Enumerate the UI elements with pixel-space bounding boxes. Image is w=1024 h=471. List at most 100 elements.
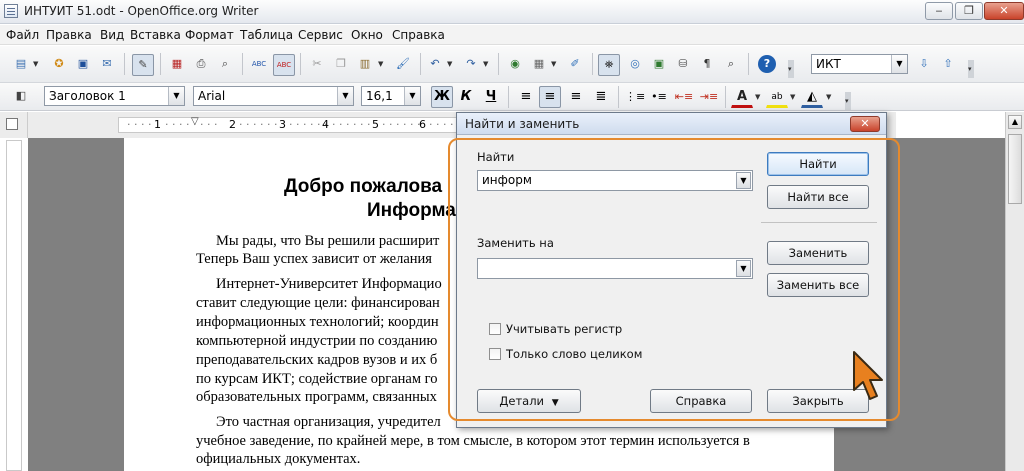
zoom-icon[interactable]: ⌕ — [722, 55, 740, 73]
data-sources-icon[interactable]: ⛁ — [674, 55, 692, 73]
scroll-up-icon[interactable]: ▲ — [1008, 115, 1022, 129]
justify-icon[interactable]: ≣ — [590, 86, 612, 108]
find-next-icon[interactable]: ⇩ — [915, 55, 933, 73]
vertical-scrollbar[interactable]: ▲ — [1005, 112, 1024, 471]
toolbar-separator — [498, 53, 499, 75]
increase-indent-icon[interactable]: ⇥≡ — [698, 86, 720, 108]
numbering-icon[interactable]: ⋮≡ — [624, 86, 646, 108]
copy-icon[interactable]: ❐ — [332, 55, 350, 73]
navigator-icon[interactable]: ◎ — [626, 55, 644, 73]
chevron-down-icon[interactable]: ▼ — [483, 55, 489, 73]
paragraph-line: по курсам ИКТ; содействие органам го — [196, 371, 438, 387]
horizontal-ruler[interactable]: · · · · 1 ▽ · · · · · · · · 2 · · · · · … — [118, 116, 463, 133]
chevron-down-icon[interactable]: ▼ — [168, 87, 184, 105]
toolbar-separator — [618, 86, 619, 108]
writer-app-icon — [4, 4, 18, 18]
tab-stop-selector[interactable] — [6, 118, 18, 130]
autospellcheck-icon[interactable]: ABC — [273, 54, 295, 76]
chevron-down-icon[interactable]: ▼ — [447, 55, 453, 73]
vertical-ruler[interactable] — [6, 140, 22, 471]
background-color-icon[interactable]: ◭ — [801, 86, 823, 108]
dialog-close-icon[interactable]: ✕ — [850, 116, 880, 132]
font-name-value: Arial — [198, 89, 226, 103]
menu-edit[interactable]: Правка — [46, 28, 92, 42]
chevron-down-icon[interactable]: ▼ — [551, 55, 557, 73]
find-text-value: ИКТ — [816, 57, 841, 71]
menu-help[interactable]: Справка — [392, 28, 445, 42]
paragraph-style-combo[interactable]: Заголовок 1 ▼ — [44, 86, 185, 106]
print-preview-icon[interactable]: ⌕ — [216, 55, 234, 73]
menu-table[interactable]: Таблица — [240, 28, 293, 42]
find-text-combo[interactable]: ИКТ ▼ — [811, 54, 908, 74]
minimize-button[interactable]: ‒ — [925, 2, 953, 20]
chevron-down-icon[interactable]: ▼ — [378, 55, 384, 73]
toolbar-separator — [160, 53, 161, 75]
font-color-icon[interactable]: A — [731, 86, 753, 108]
highlighting-icon[interactable]: ab — [766, 86, 788, 108]
paragraph-line: ставит следующие цели: финансирован — [196, 295, 440, 311]
open-folder-icon[interactable]: ✪ — [50, 55, 68, 73]
print-icon[interactable]: ⎙ — [192, 55, 210, 73]
new-document-icon[interactable]: ▤ — [12, 55, 30, 73]
scroll-thumb[interactable] — [1008, 134, 1022, 204]
redo-icon[interactable]: ↷ — [462, 55, 480, 73]
hyperlink-icon[interactable]: ◉ — [506, 55, 524, 73]
format-paintbrush-icon[interactable]: 🖌 — [394, 55, 412, 73]
chevron-down-icon[interactable]: ▼ — [337, 87, 353, 105]
maximize-button[interactable]: ❐ — [955, 2, 983, 20]
undo-icon[interactable]: ↶ — [426, 55, 444, 73]
table-icon[interactable]: ▦ — [530, 55, 548, 73]
toolbar-separator — [592, 53, 593, 75]
bold-button[interactable]: Ж — [431, 86, 453, 108]
menu-file[interactable]: Файл — [6, 28, 39, 42]
menu-tools[interactable]: Сервис — [298, 28, 343, 42]
chevron-down-icon[interactable]: ▼ — [790, 88, 796, 106]
align-right-icon[interactable]: ≡ — [565, 86, 587, 108]
underline-button[interactable]: Ч — [480, 86, 502, 108]
menu-insert[interactable]: Вставка — [130, 28, 181, 42]
export-pdf-icon[interactable]: ▦ — [168, 55, 186, 73]
spellcheck-icon[interactable]: ABC — [250, 55, 268, 73]
paragraph-line: учебное заведение, по крайней мере, в то… — [196, 433, 750, 449]
chevron-down-icon[interactable]: ▼ — [826, 88, 832, 106]
highlight-frame — [448, 138, 900, 421]
font-size-value: 16,1 — [366, 89, 393, 103]
chevron-down-icon[interactable]: ▼ — [33, 55, 39, 73]
font-name-combo[interactable]: Arial ▼ — [193, 86, 354, 106]
email-icon[interactable]: ✉ — [98, 55, 116, 73]
show-draw-functions-icon[interactable]: ✐ — [566, 55, 584, 73]
cut-icon[interactable]: ✂ — [308, 55, 326, 73]
styles-and-formatting-icon[interactable]: ◧ — [12, 87, 30, 105]
menu-window[interactable]: Окно — [351, 28, 383, 42]
italic-button[interactable]: К — [455, 86, 477, 108]
chevron-down-icon[interactable]: ▼ — [755, 88, 761, 106]
bullets-icon[interactable]: •≡ — [648, 86, 670, 108]
toolbar-overflow-icon[interactable]: ▾ — [968, 60, 974, 78]
menu-view[interactable]: Вид — [100, 28, 124, 42]
heading-line: Информа — [367, 200, 456, 221]
save-icon[interactable]: ▣ — [74, 55, 92, 73]
gallery-icon[interactable]: ▣ — [650, 55, 668, 73]
paragraph-line: Интернет-Университет Информацио — [216, 276, 442, 292]
paragraph-line: образовательных программ, связанных — [196, 389, 437, 405]
toolbar-overflow-icon[interactable]: ▾ — [788, 60, 794, 78]
paste-icon[interactable]: ▥ — [356, 55, 374, 73]
font-size-combo[interactable]: 16,1 ▼ — [361, 86, 421, 106]
edit-mode-icon[interactable]: ✎ — [132, 54, 154, 76]
close-button[interactable]: ✕ — [984, 2, 1024, 20]
chevron-down-icon[interactable]: ▼ — [404, 87, 420, 105]
find-previous-icon[interactable]: ⇧ — [939, 55, 957, 73]
ruler-mark: 6 — [419, 118, 426, 131]
title-bar: ИНТУИТ 51.odt - OpenOffice.org Writer ‒ … — [0, 0, 1024, 24]
align-center-icon[interactable]: ≡ — [539, 86, 561, 108]
paragraph-line: Мы рады, что Вы решили расширит — [216, 233, 440, 249]
help-icon[interactable]: ? — [758, 55, 776, 73]
menu-format[interactable]: Формат — [185, 28, 234, 42]
find-replace-icon[interactable]: ⛯ — [598, 54, 620, 76]
formatting-marks-icon[interactable]: ¶ — [698, 55, 716, 73]
toolbar-overflow-icon[interactable]: ▾ — [845, 92, 851, 110]
dialog-title: Найти и заменить — [465, 117, 580, 131]
align-left-icon[interactable]: ≡ — [515, 86, 537, 108]
chevron-down-icon[interactable]: ▼ — [891, 55, 907, 73]
decrease-indent-icon[interactable]: ⇤≡ — [673, 86, 695, 108]
